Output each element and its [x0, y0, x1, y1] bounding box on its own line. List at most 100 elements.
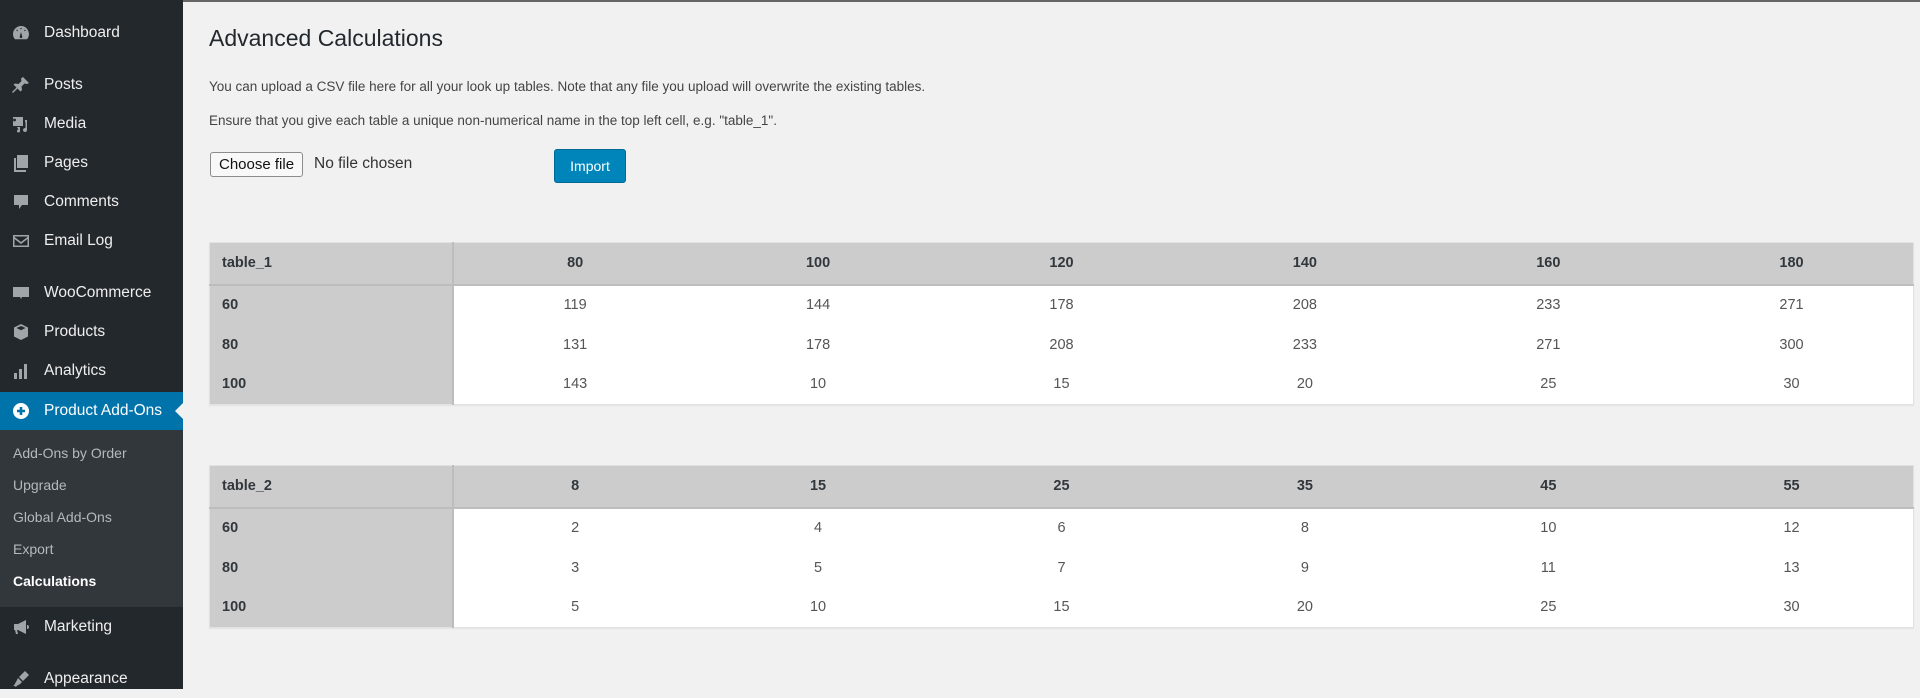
table-cell: 208	[1049, 336, 1074, 353]
pin-icon	[10, 74, 32, 96]
table-row: 100 143 10 15 20 25 30	[209, 364, 1914, 405]
table-cell: 271	[1536, 336, 1561, 353]
column-header: 25	[939, 465, 1184, 509]
table-row: 100 5 10 15 20 25 30	[209, 587, 1914, 628]
sidebar-item-dashboard[interactable]: Dashboard	[0, 14, 183, 52]
table-name: table_1	[209, 242, 454, 286]
box-icon	[10, 321, 32, 343]
row-header: 100	[209, 587, 454, 628]
table-header-row: table_1 80 100 120 140 160 180	[209, 242, 1914, 286]
column-header: 45	[1426, 465, 1671, 509]
table-row: 80 131 178 208 233 271 300	[209, 324, 1914, 365]
table-cell: 178	[1049, 297, 1074, 313]
sidebar-item-woocommerce[interactable]: WooCommerce	[0, 274, 183, 312]
table-cell: 30	[1783, 376, 1800, 393]
table-cell: 10	[809, 599, 827, 616]
sidebar-item-products[interactable]: Products	[0, 313, 183, 351]
row-header: 60	[209, 507, 454, 548]
envelope-icon	[10, 230, 32, 252]
note-text: Ensure that you give each table a unique…	[209, 113, 777, 128]
table-cell: 271	[1779, 297, 1804, 313]
table-cell: 300	[1779, 336, 1804, 353]
table-cell: 6	[1057, 520, 1066, 536]
page-title: Advanced Calculations	[209, 25, 443, 51]
row-header: 60	[209, 284, 454, 325]
media-icon	[10, 113, 32, 135]
sidebar-item-comments[interactable]: Comments	[0, 183, 183, 221]
column-header: 160	[1426, 242, 1671, 286]
sidebar-item-label: Media	[44, 115, 87, 132]
import-button[interactable]: Import	[554, 149, 626, 183]
sidebar-item-email-log[interactable]: Email Log	[0, 222, 183, 260]
sidebar-item-label: Marketing	[44, 618, 113, 635]
sidebar-item-marketing[interactable]: Marketing	[0, 608, 183, 646]
sidebar-item-product-add-ons[interactable]: Product Add-Ons	[0, 392, 183, 430]
sidebar-item-label: Appearance	[44, 670, 128, 687]
sidebar-item-media[interactable]: Media	[0, 105, 183, 143]
sidebar-item-pages[interactable]: Pages	[0, 144, 183, 182]
table-cell: 20	[1296, 376, 1313, 393]
column-header: 100	[696, 242, 940, 286]
choose-file-button[interactable]: Choose file	[210, 152, 304, 177]
file-status: No file chosen	[314, 155, 413, 172]
table-header-row: table_2 8 15 25 35 45 55	[209, 465, 1914, 509]
table-cell: 30	[1783, 599, 1800, 616]
table-cell: 10	[1540, 520, 1557, 536]
sidebar-item-label: Dashboard	[44, 24, 120, 41]
submenu-item-upgrade[interactable]: Upgrade	[0, 469, 183, 501]
table-cell: 7	[1057, 559, 1066, 576]
table-cell: 25	[1540, 376, 1557, 393]
dashboard-icon	[10, 22, 32, 44]
column-header: 35	[1183, 465, 1427, 509]
table-cell: 5	[814, 559, 823, 576]
table-cell: 208	[1292, 297, 1317, 313]
column-header: 140	[1183, 242, 1427, 286]
top-border	[183, 0, 1920, 2]
table-cell: 5	[571, 599, 580, 616]
table-cell: 13	[1783, 559, 1800, 576]
submenu-item-export[interactable]: Export	[0, 533, 183, 565]
paintbrush-icon	[10, 668, 32, 690]
comment-icon	[10, 191, 32, 213]
column-header: 15	[696, 465, 940, 509]
table-cell: 119	[563, 297, 587, 313]
table-row: 60 119 144 178 208 233 271	[209, 284, 1914, 325]
intro-text: You can upload a CSV file here for all y…	[209, 79, 926, 94]
table-cell: 15	[1053, 599, 1070, 616]
admin-sidebar: Dashboard Posts Media Pages Comments Ema…	[0, 0, 183, 689]
megaphone-icon	[10, 616, 32, 638]
table-cell: 233	[1536, 297, 1561, 313]
table-cell: 20	[1296, 599, 1313, 616]
submenu: Add-Ons by Order Upgrade Global Add-Ons …	[0, 430, 183, 607]
sidebar-item-label: WooCommerce	[44, 284, 152, 301]
sidebar-item-label: Products	[44, 323, 106, 340]
table-cell: 233	[1292, 336, 1317, 353]
sidebar-item-analytics[interactable]: Analytics	[0, 352, 183, 390]
table-cell: 143	[563, 376, 588, 393]
sidebar-item-label: Comments	[44, 193, 119, 210]
lookup-table-1: table_1 80 100 120 140 160 180 60 119 14…	[209, 242, 1914, 405]
submenu-item-calculations[interactable]: Calculations	[0, 565, 183, 597]
row-header: 80	[209, 547, 454, 588]
table-cell: 25	[1540, 599, 1557, 616]
submenu-item-global-add-ons[interactable]: Global Add-Ons	[0, 501, 183, 533]
table-cell: 9	[1300, 559, 1309, 576]
sidebar-item-label: Pages	[44, 154, 88, 171]
sidebar-item-label: Email Log	[44, 232, 113, 249]
row-header: 80	[209, 324, 454, 365]
sidebar-item-label: Product Add-Ons	[44, 402, 163, 419]
table-cell: 144	[805, 297, 831, 313]
column-header: 120	[939, 242, 1184, 286]
table-cell: 178	[805, 336, 831, 353]
column-header: 55	[1670, 465, 1914, 509]
sidebar-item-appearance[interactable]: Appearance	[0, 660, 183, 698]
table-row: 80 3 5 7 9 11 13	[209, 547, 1914, 588]
column-header: 80	[452, 242, 697, 286]
column-header: 180	[1670, 242, 1914, 286]
table-cell: 12	[1783, 520, 1800, 536]
table-name: table_2	[209, 465, 454, 509]
table-cell: 11	[1540, 559, 1556, 576]
row-header: 100	[209, 364, 454, 405]
submenu-item-add-ons-by-order[interactable]: Add-Ons by Order	[0, 437, 183, 469]
sidebar-item-posts[interactable]: Posts	[0, 66, 183, 104]
